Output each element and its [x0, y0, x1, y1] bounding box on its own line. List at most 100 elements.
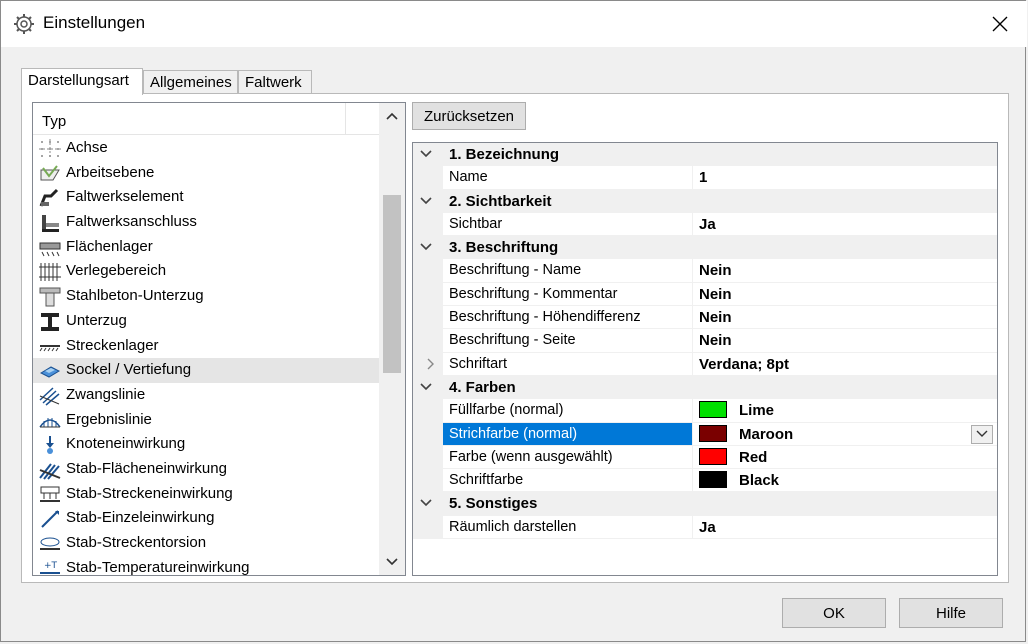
- property-name: Sichtbar: [443, 212, 693, 237]
- ok-button[interactable]: OK: [782, 598, 886, 628]
- list-item-label: Stahlbeton-Unterzug: [66, 287, 204, 305]
- property-value-text: Red: [739, 448, 768, 466]
- tab-darstellungsart[interactable]: Darstellungsart: [21, 68, 143, 95]
- property-row[interactable]: Farbe (wenn ausgewählt) Red: [413, 445, 997, 470]
- property-value[interactable]: Red: [693, 446, 997, 470]
- property-value[interactable]: Lime: [693, 399, 997, 423]
- work-plane-icon: [40, 165, 60, 181]
- list-item[interactable]: Knoteneinwirkung: [33, 432, 379, 457]
- settings-dialog: Einstellungen Darstellungsart Allgemeine…: [0, 0, 1027, 642]
- scroll-down-button[interactable]: [379, 549, 405, 575]
- property-value[interactable]: Ja: [693, 213, 997, 237]
- list-item[interactable]: Arbeitsebene: [33, 161, 379, 186]
- list-item-label: Unterzug: [66, 311, 127, 329]
- property-row[interactable]: Name 1: [413, 166, 997, 190]
- result-line-icon: [39, 417, 61, 428]
- row-gutter: [413, 166, 443, 190]
- list-item[interactable]: Flächenlager: [33, 235, 379, 260]
- scroll-up-button[interactable]: [379, 103, 405, 129]
- type-list[interactable]: Typ Achse Arbeitsebene Faltwerkselement: [32, 102, 406, 576]
- property-category[interactable]: 1. Bezeichnung: [413, 143, 997, 167]
- list-items: Achse Arbeitsebene Faltwerkselement Falt…: [33, 136, 379, 575]
- property-value-text: Nein: [699, 262, 732, 280]
- property-name: Strichfarbe (normal): [443, 422, 693, 446]
- property-category[interactable]: 3. Beschriftung: [413, 236, 997, 260]
- row-gutter: [413, 399, 443, 423]
- list-item[interactable]: Achse: [33, 136, 379, 161]
- property-row[interactable]: Füllfarbe (normal) Lime: [413, 399, 997, 423]
- tab-faltwerk[interactable]: Faltwerk: [238, 70, 312, 93]
- list-item[interactable]: Ergebnislinie: [33, 408, 379, 433]
- property-value[interactable]: Verdana; 8pt: [693, 353, 997, 376]
- list-item[interactable]: Faltwerksanschluss: [33, 210, 379, 235]
- member-line-load-icon: [40, 486, 60, 502]
- list-item[interactable]: Verlegebereich: [33, 259, 379, 284]
- list-item[interactable]: Sockel / Vertiefung: [33, 358, 379, 383]
- list-header[interactable]: Typ: [33, 103, 379, 135]
- property-value[interactable]: Nein: [693, 283, 997, 307]
- help-button[interactable]: Hilfe: [899, 598, 1003, 628]
- list-item[interactable]: Unterzug: [33, 309, 379, 334]
- tab-allgemeines[interactable]: Allgemeines: [143, 70, 238, 93]
- property-row[interactable]: Beschriftung - Kommentar Nein: [413, 282, 997, 307]
- scroll-thumb[interactable]: [383, 195, 401, 373]
- chevron-down-icon[interactable]: [419, 146, 435, 162]
- property-category[interactable]: 4. Farben: [413, 375, 997, 400]
- property-category[interactable]: 2. Sichtbarkeit: [413, 189, 997, 213]
- property-value[interactable]: 1: [693, 166, 997, 190]
- row-gutter: [413, 469, 443, 493]
- list-item-label: Stab-Streckentorsion: [66, 534, 207, 551]
- property-value[interactable]: Nein: [693, 329, 997, 353]
- property-category[interactable]: 5. Sonstiges: [413, 492, 997, 516]
- folded-plate-connection-icon: [42, 215, 59, 233]
- chevron-right-icon[interactable]: [423, 357, 437, 375]
- property-row[interactable]: Räumlich darstellen Ja: [413, 515, 997, 540]
- list-item[interactable]: Stahlbeton-Unterzug: [33, 284, 379, 309]
- property-row[interactable]: Schriftfarbe Black: [413, 469, 997, 493]
- member-torsion-icon: [40, 537, 60, 550]
- property-name: Farbe (wenn ausgewählt): [443, 445, 693, 470]
- header-separator: [345, 103, 346, 135]
- property-row[interactable]: Beschriftung - Seite Nein: [413, 329, 997, 353]
- chevron-down-icon[interactable]: [419, 193, 435, 209]
- list-item[interactable]: Zwangslinie: [33, 383, 379, 408]
- list-item[interactable]: +T Stab-Temperatureinwirkung: [33, 556, 379, 575]
- property-row[interactable]: Strichfarbe (normal) Maroon: [413, 422, 997, 446]
- constraint-line-icon: [39, 387, 60, 406]
- property-row[interactable]: Sichtbar Ja: [413, 212, 997, 237]
- member-temperature-icon: +T: [40, 561, 60, 574]
- property-value[interactable]: Maroon: [693, 423, 997, 446]
- list-item[interactable]: Faltwerkselement: [33, 185, 379, 210]
- row-gutter: [413, 306, 443, 330]
- list-item-label: Streckenlager: [66, 336, 159, 354]
- chevron-down-icon[interactable]: [419, 379, 435, 395]
- dropdown-button[interactable]: [971, 424, 993, 444]
- category-label: 1. Bezeichnung: [449, 146, 560, 163]
- property-grid[interactable]: 1. Bezeichnung Name 1 2. Sichtbarkeit Sichtb…: [412, 142, 998, 576]
- property-row[interactable]: Beschriftung - Höhendifferenz Nein: [413, 306, 997, 330]
- list-item[interactable]: Streckenlager: [33, 334, 379, 359]
- property-value[interactable]: Nein: [693, 306, 997, 330]
- property-value[interactable]: Black: [693, 469, 997, 493]
- list-item-label: Arbeitsebene: [66, 163, 155, 181]
- list-item[interactable]: Stab-Einzeleinwirkung: [33, 506, 379, 531]
- category-label: 2. Sichtbarkeit: [449, 192, 552, 210]
- property-value[interactable]: Nein: [693, 259, 997, 283]
- list-item[interactable]: Stab-Flächeneinwirkung: [33, 457, 379, 482]
- folded-plate-element-icon: [39, 189, 59, 207]
- reset-button[interactable]: Zurücksetzen: [412, 102, 526, 130]
- list-item-label: Verlegebereich: [66, 262, 167, 280]
- property-row[interactable]: Schriftart Verdana; 8pt: [413, 352, 997, 376]
- category-label: 4. Farben: [449, 378, 516, 396]
- chevron-down-icon[interactable]: [419, 495, 435, 511]
- list-item[interactable]: Stab-Streckentorsion: [33, 531, 379, 556]
- node-load-icon: [46, 436, 54, 455]
- property-row[interactable]: Beschriftung - Name Nein: [413, 259, 997, 283]
- property-name: Räumlich darstellen: [443, 515, 693, 540]
- chevron-down-icon[interactable]: [419, 239, 435, 255]
- close-button[interactable]: [973, 1, 1027, 47]
- property-value-text: Verdana; 8pt: [699, 355, 790, 373]
- list-scrollbar[interactable]: [379, 103, 405, 575]
- list-item[interactable]: Stab-Streckeneinwirkung: [33, 482, 379, 507]
- property-value[interactable]: Ja: [693, 516, 997, 540]
